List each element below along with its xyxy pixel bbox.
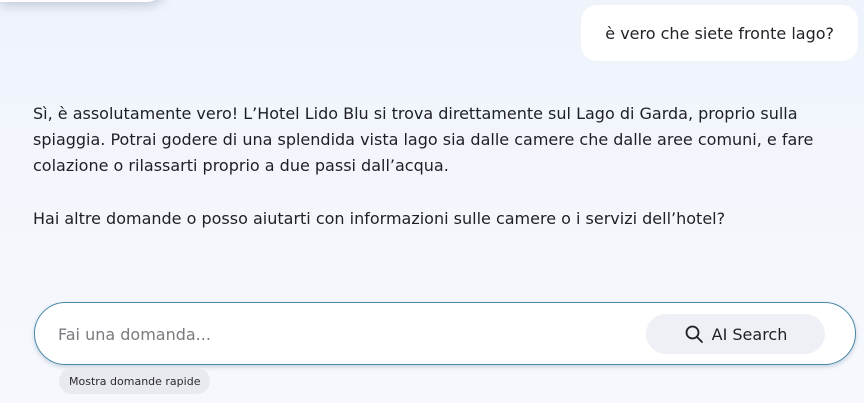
quick-questions-label: Mostra domande rapide (69, 374, 201, 388)
assistant-paragraph: Sì, è assolutamente vero! L’Hotel Lido B… (33, 104, 814, 175)
user-message-bubble: è vero che siete fronte lago? (581, 5, 858, 61)
quick-questions-button[interactable]: Mostra domande rapide (59, 368, 211, 394)
search-icon (684, 324, 704, 344)
top-card-edge (0, 0, 165, 2)
ai-search-label: AI Search (711, 324, 788, 344)
question-input-bar: AI Search (34, 302, 856, 365)
ai-search-button[interactable]: AI Search (646, 314, 825, 354)
assistant-message: Sì, è assolutamente vero! L’Hotel Lido B… (33, 101, 838, 232)
user-message-text: è vero che siete fronte lago? (605, 23, 834, 43)
assistant-paragraph: Hai altre domande o posso aiutarti con i… (33, 209, 726, 228)
question-input[interactable] (58, 321, 618, 347)
